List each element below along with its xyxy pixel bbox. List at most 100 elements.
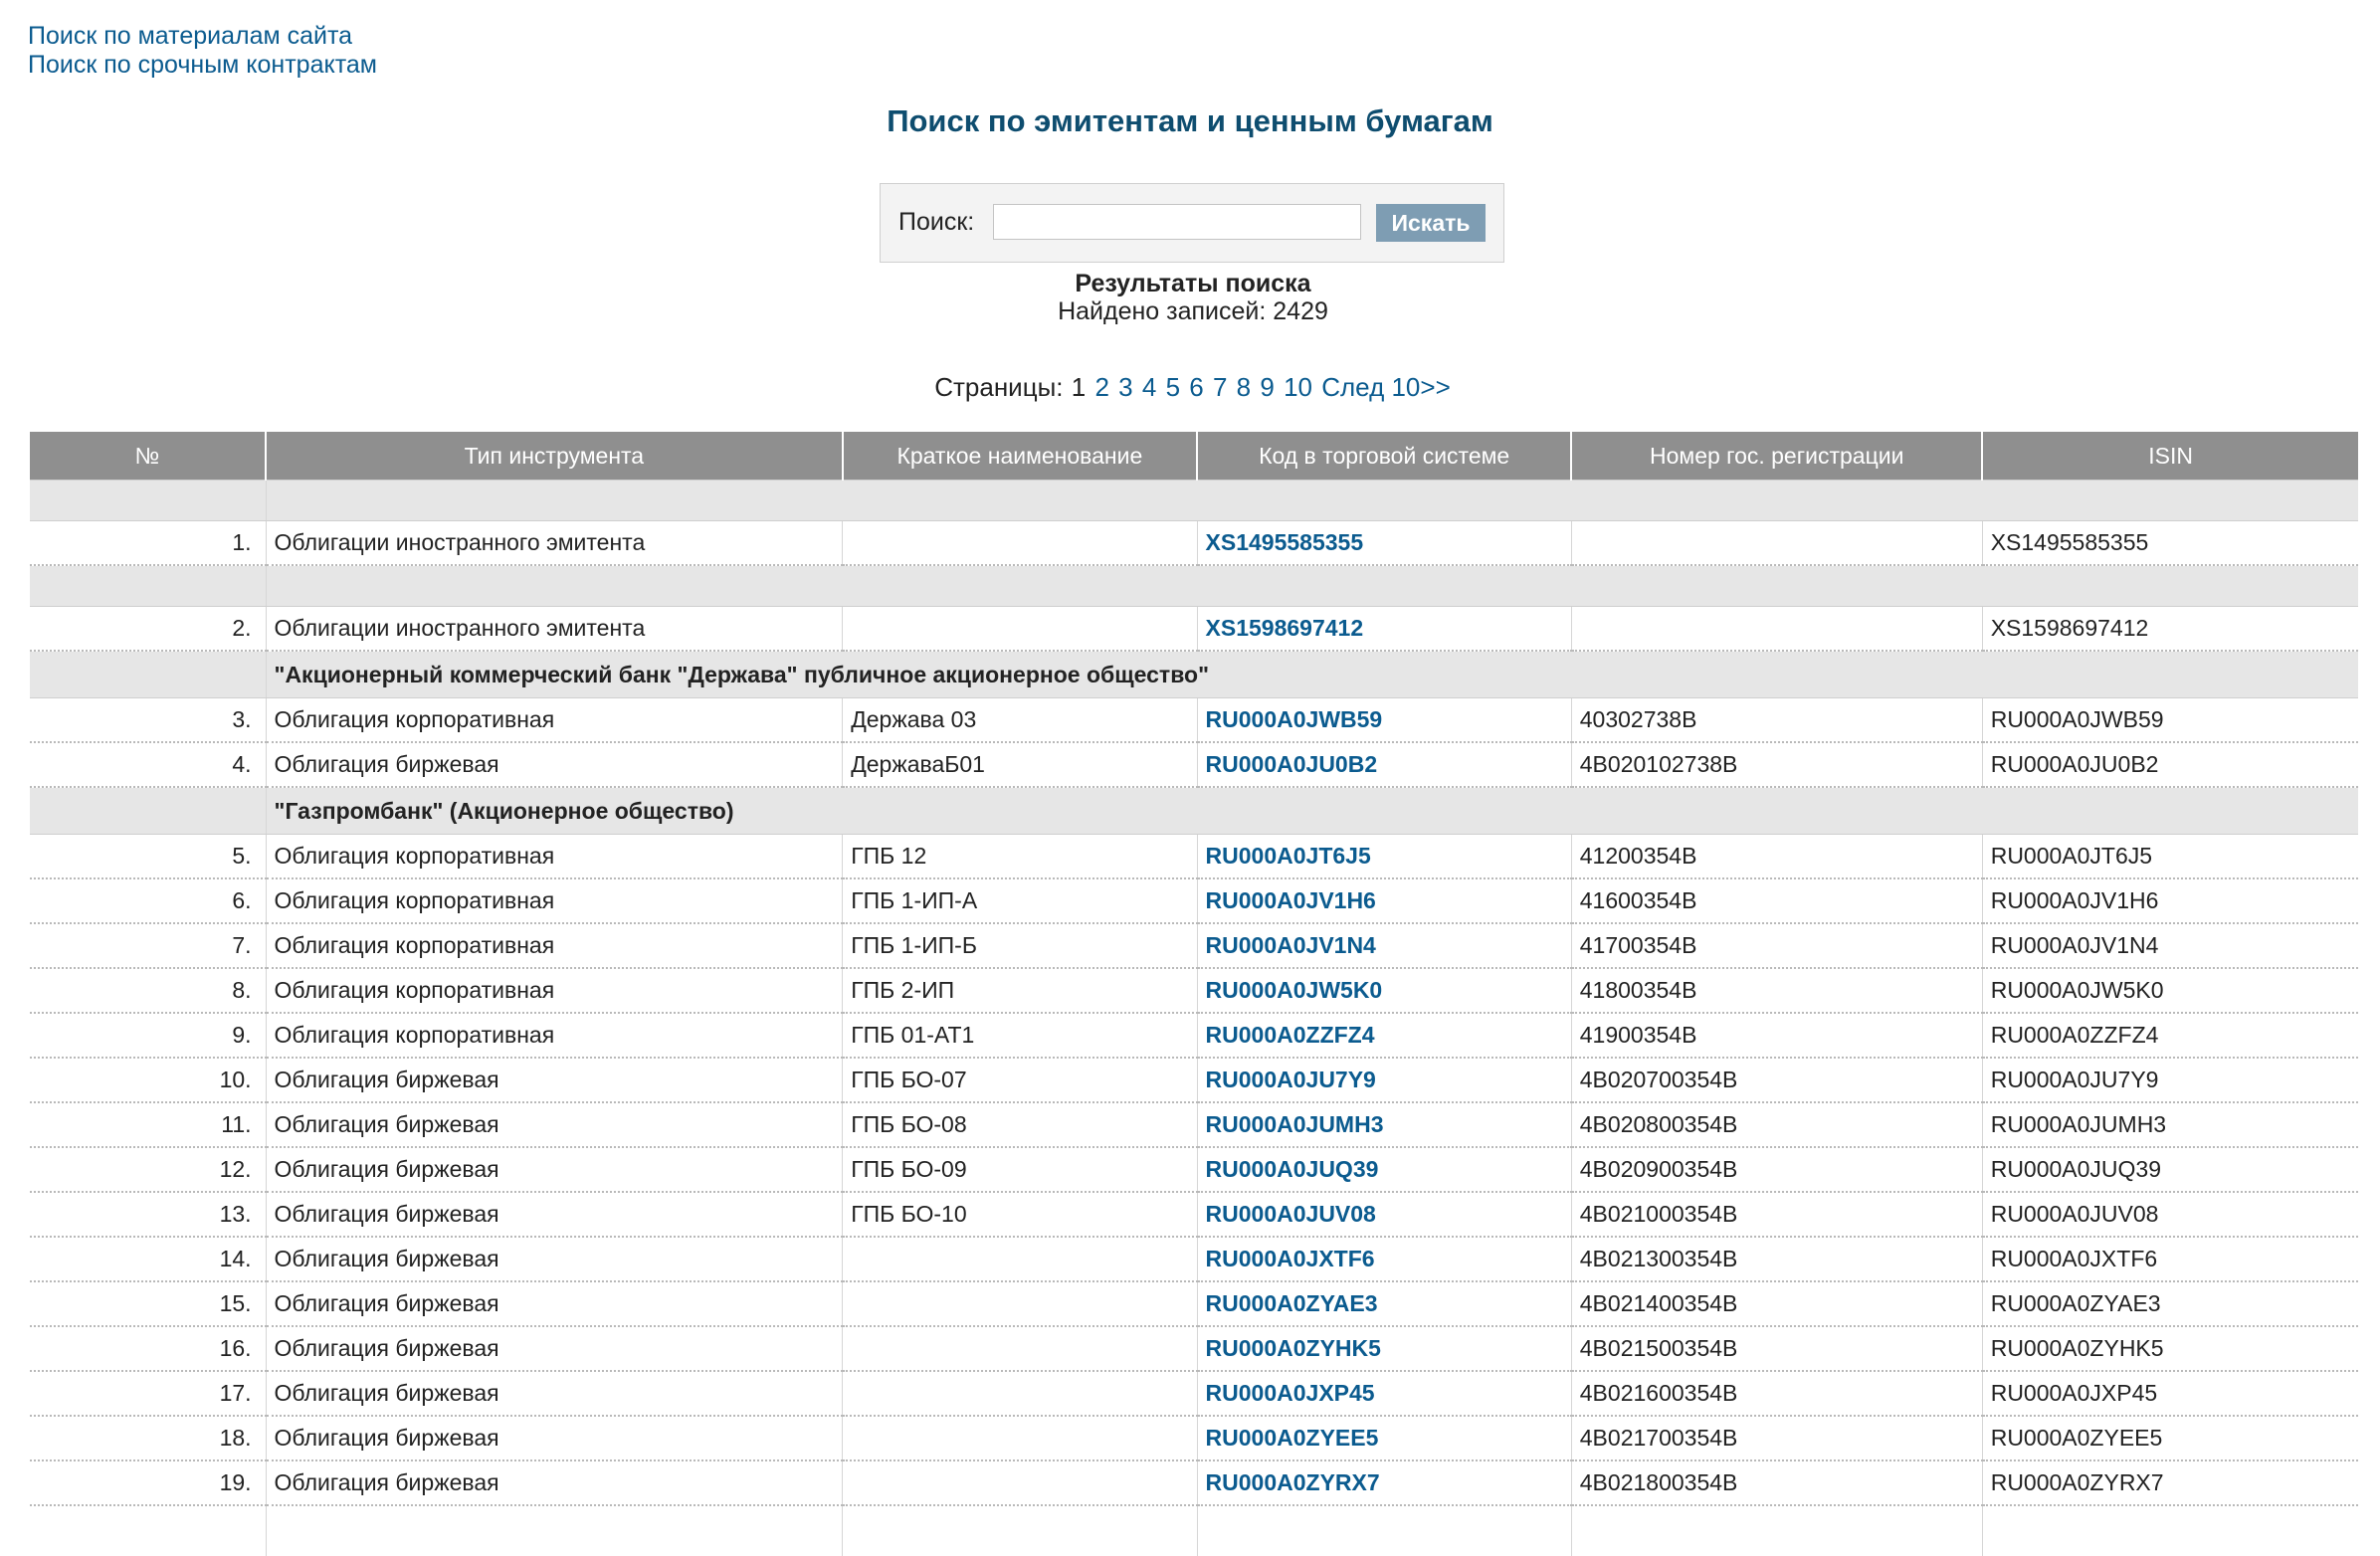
row-number: 19. <box>30 1460 267 1506</box>
table-row: 3. Облигация корпоративная Держава 03 RU000… <box>30 697 2358 743</box>
row-number: 5. <box>30 834 267 879</box>
empty-cell <box>842 1505 1198 1556</box>
page-link-5[interactable]: 5 <box>1166 372 1180 402</box>
row-number: 2. <box>30 606 267 652</box>
trading-code-link[interactable]: RU000A0JUMH3 <box>1206 1111 1384 1137</box>
col-header-instrument-type[interactable]: Тип инструмента <box>265 432 843 481</box>
short-name <box>842 1371 1198 1417</box>
col-header-registration-number[interactable]: Номер гос. регистрации <box>1570 432 1983 481</box>
registration-number: 4B020102738B <box>1570 742 1983 788</box>
page-link-3[interactable]: 3 <box>1118 372 1132 402</box>
row-number: 16. <box>30 1326 267 1372</box>
trading-code-link[interactable]: RU000A0ZZFZ4 <box>1206 1022 1375 1048</box>
short-name: ДержаваБ01 <box>842 742 1198 788</box>
trading-code-link[interactable]: RU000A0JU7Y9 <box>1206 1067 1376 1092</box>
search-input[interactable] <box>993 204 1361 240</box>
row-number: 11. <box>30 1102 267 1148</box>
col-header-isin[interactable]: ISIN <box>1981 432 2358 481</box>
col-header-trading-code[interactable]: Код в торговой системе <box>1196 432 1572 481</box>
trading-code-link[interactable]: RU000A0JV1H6 <box>1206 887 1376 913</box>
site-search-link[interactable]: Поиск по материалам сайта <box>28 22 377 51</box>
search-button[interactable]: Искать <box>1376 204 1486 242</box>
page-links: 1 2 3 4 5 6 7 8 9 10 <box>1071 372 1320 402</box>
table-row: 2. Облигации иностранного эмитента XS15986… <box>30 606 2358 652</box>
futures-search-link[interactable]: Поиск по срочным контрактам <box>28 51 377 80</box>
instrument-type: Облигация биржевая <box>265 742 843 788</box>
page-link-6[interactable]: 6 <box>1189 372 1203 402</box>
issuer-group-row: "Газпромбанк" (Акционерное общество) <box>30 787 2358 835</box>
trading-code-link[interactable]: RU000A0JUV08 <box>1206 1201 1376 1227</box>
trading-code-cell: RU000A0ZYAE3 <box>1196 1281 1572 1327</box>
trading-code-link[interactable]: RU000A0JWB59 <box>1206 706 1383 732</box>
trading-code-cell: XS1598697412 <box>1196 606 1572 652</box>
isin: RU000A0JUMH3 <box>1981 1102 2358 1148</box>
instrument-type: Облигация биржевая <box>265 1237 843 1282</box>
short-name <box>842 1281 1198 1327</box>
search-box: Поиск: Искать <box>880 183 1504 263</box>
empty-cell <box>30 1505 266 1556</box>
trading-code-link[interactable]: RU000A0JUQ39 <box>1206 1156 1379 1182</box>
trading-code-cell: RU000A0JUV08 <box>1196 1192 1572 1238</box>
trading-code-link[interactable]: RU000A0ZYEE5 <box>1206 1425 1379 1451</box>
instrument-type: Облигация биржевая <box>265 1460 843 1506</box>
table-row: 4. Облигация биржевая ДержаваБ01 RU000A0JU0… <box>30 742 2358 788</box>
page-link-8[interactable]: 8 <box>1237 372 1251 402</box>
page-link-9[interactable]: 9 <box>1260 372 1274 402</box>
trading-code-link[interactable]: RU000A0ZYRX7 <box>1206 1469 1380 1495</box>
trading-code-link[interactable]: XS1598697412 <box>1206 615 1364 641</box>
instrument-type: Облигация корпоративная <box>265 697 843 743</box>
next-pages-link[interactable]: След 10>> <box>1321 372 1451 402</box>
trading-code-link[interactable]: XS1495585355 <box>1206 529 1364 555</box>
trading-code-link[interactable]: RU000A0JXTF6 <box>1206 1246 1375 1271</box>
trading-code-link[interactable]: RU000A0ZYAE3 <box>1206 1290 1378 1316</box>
table-row: 10. Облигация биржевая ГПБ БО-07 RU000A0JU7… <box>30 1058 2358 1103</box>
table-row: 19. Облигация биржевая RU000A0ZYRX7 4B02180… <box>30 1460 2358 1506</box>
isin: RU000A0JT6J5 <box>1981 834 2358 879</box>
page-link-2[interactable]: 2 <box>1094 372 1108 402</box>
page-link-10[interactable]: 10 <box>1284 372 1312 402</box>
row-number: 8. <box>30 968 267 1014</box>
trading-code-cell: RU000A0JUMH3 <box>1196 1102 1572 1148</box>
group-spacer <box>30 565 267 607</box>
trading-code-cell: RU000A0ZYRX7 <box>1196 1460 1572 1506</box>
col-header-short-name[interactable]: Краткое наименование <box>841 432 1198 481</box>
issuer-name <box>265 480 2358 521</box>
short-name <box>842 1460 1198 1506</box>
results-title: Результаты поиска <box>1075 270 1311 297</box>
row-number: 6. <box>30 878 267 924</box>
row-number: 15. <box>30 1281 267 1327</box>
trading-code-cell: RU000A0ZZFZ4 <box>1196 1013 1572 1059</box>
registration-number: 4B020900354B <box>1570 1147 1983 1193</box>
issuer-name: "Газпромбанк" (Акционерное общество) <box>265 787 2358 835</box>
trading-code-link[interactable]: RU000A0JT6J5 <box>1206 843 1371 869</box>
table-row: 17. Облигация биржевая RU000A0JXP45 4B02160… <box>30 1371 2358 1417</box>
results-count: Найдено записей: 2429 <box>1058 297 1328 325</box>
table-row: 11. Облигация биржевая ГПБ БО-08 RU000A0JUM… <box>30 1102 2358 1148</box>
row-number: 18. <box>30 1416 267 1461</box>
registration-number <box>1570 606 1983 652</box>
row-number: 17. <box>30 1371 267 1417</box>
instrument-type: Облигация биржевая <box>265 1416 843 1461</box>
trading-code-link[interactable]: RU000A0JV1N4 <box>1206 932 1376 958</box>
trading-code-cell: RU000A0JV1N4 <box>1196 923 1572 969</box>
row-number: 7. <box>30 923 267 969</box>
isin: RU000A0ZYAE3 <box>1981 1281 2358 1327</box>
empty-cell <box>265 1505 843 1556</box>
isin: RU000A0JV1N4 <box>1981 923 2358 969</box>
col-header-number[interactable]: № <box>30 432 267 481</box>
short-name: ГПБ 1-ИП-А <box>842 878 1198 924</box>
registration-number: 4B021400354B <box>1570 1281 1983 1327</box>
trading-code-link[interactable]: RU000A0JXP45 <box>1206 1380 1375 1406</box>
short-name <box>842 606 1198 652</box>
registration-number: 4B021500354B <box>1570 1326 1983 1372</box>
isin: RU000A0JU7Y9 <box>1981 1058 2358 1103</box>
trading-code-link[interactable]: RU000A0JW5K0 <box>1206 977 1383 1003</box>
table-row: 5. Облигация корпоративная ГПБ 12 RU000A0JT… <box>30 834 2358 879</box>
group-spacer <box>30 651 267 698</box>
page-link-7[interactable]: 7 <box>1213 372 1227 402</box>
row-number: 10. <box>30 1058 267 1103</box>
page-link-4[interactable]: 4 <box>1142 372 1156 402</box>
pagination: Страницы: 1 2 3 4 5 6 7 8 9 10 След 10>> <box>0 372 2380 403</box>
trading-code-link[interactable]: RU000A0ZYHK5 <box>1206 1335 1381 1361</box>
trading-code-link[interactable]: RU000A0JU0B2 <box>1206 751 1378 777</box>
